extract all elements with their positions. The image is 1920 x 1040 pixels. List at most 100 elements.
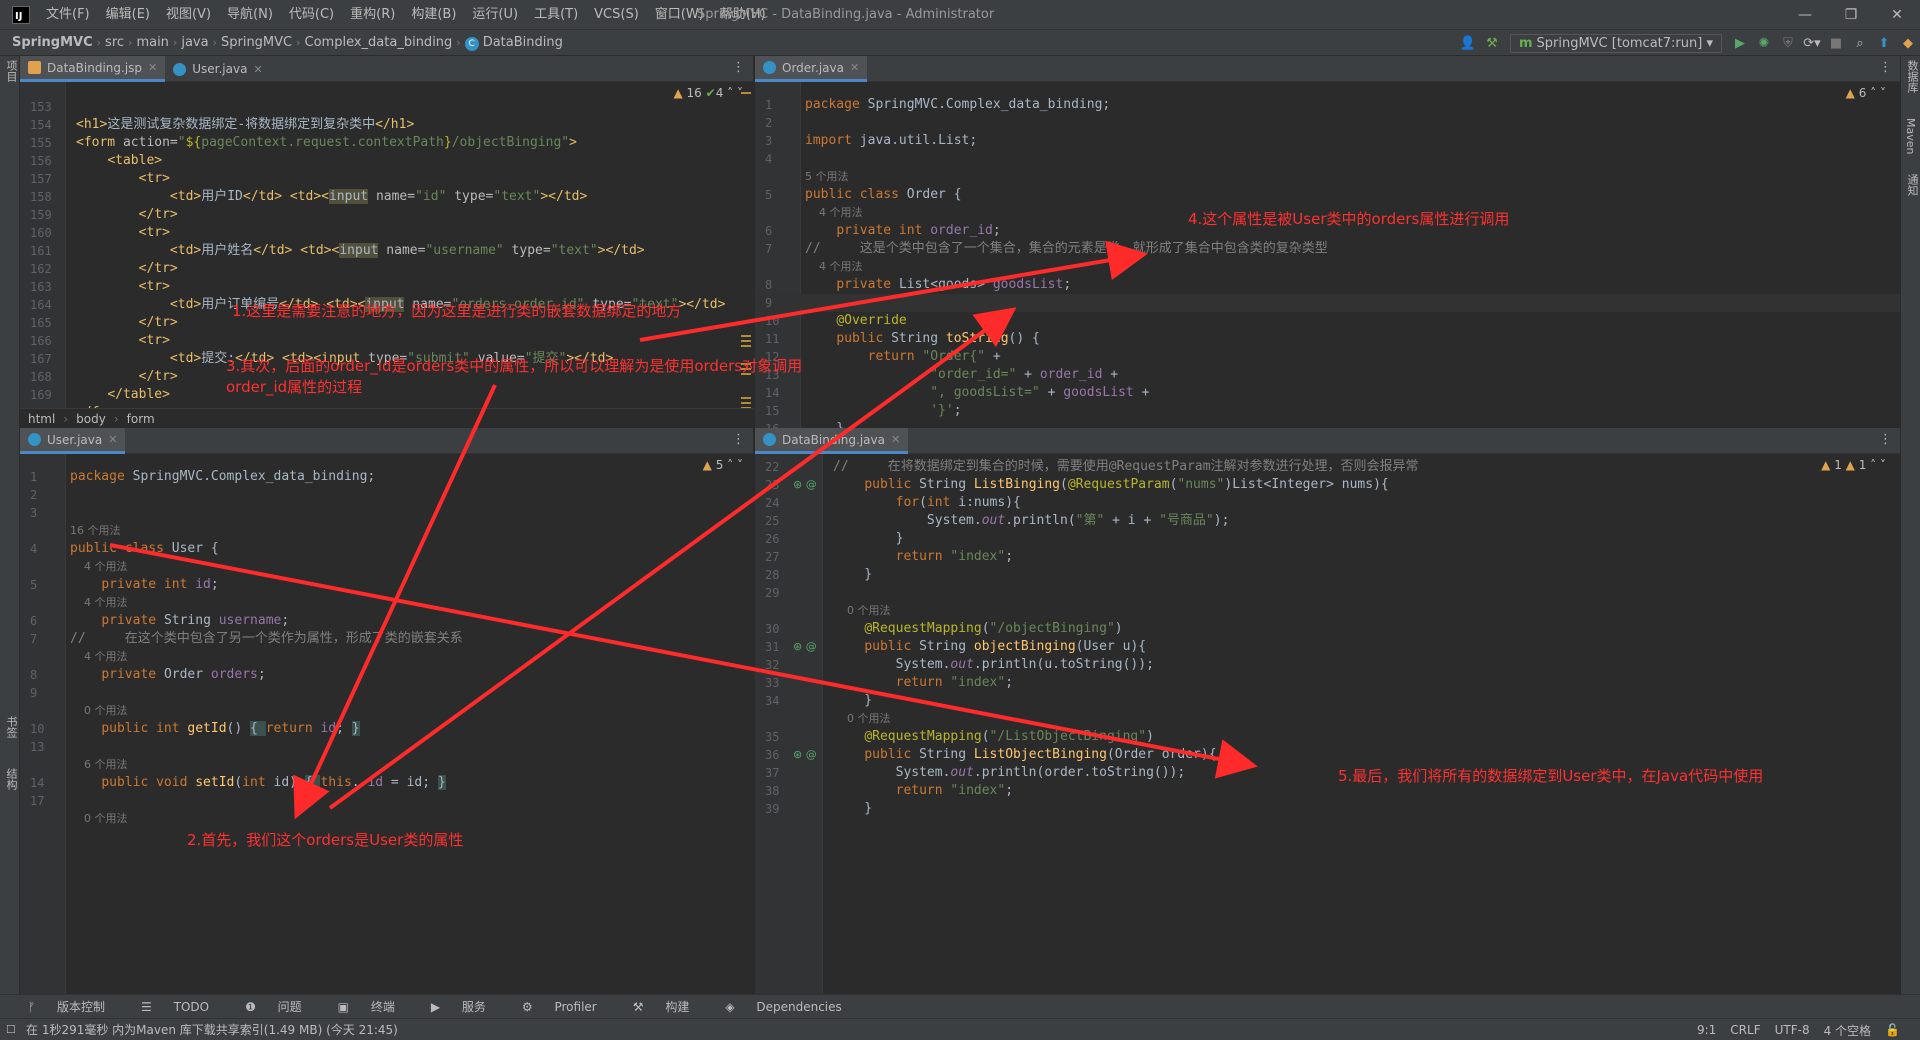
breadcrumb-src[interactable]: src [101,35,128,50]
usage-hint[interactable]: 6 个用法 [70,756,128,774]
inspection-widget[interactable]: ▲ 5 ˄ ˅ [703,458,743,472]
breadcrumb-project[interactable]: SpringMVC [0,35,97,50]
usage-hint[interactable]: 16 个用法 [70,522,121,540]
menu-item[interactable]: 代码(C) [281,0,342,30]
breadcrumb-main[interactable]: main [132,35,172,50]
breadcrumb-file[interactable]: C DataBinding [461,35,567,51]
status-message[interactable]: 在 1秒291毫秒 内为Maven 库下载共享索引(1.49 MB) (今天 2… [26,1021,398,1038]
code-line[interactable]: return "index"; [833,548,1013,566]
code-line[interactable]: System.out.println(order.toString()); [833,764,1186,782]
code-line[interactable]: } [833,800,872,818]
code-line[interactable]: ", goodsList=" + goodsList + [805,384,1149,402]
tab-databinding-java[interactable]: DataBinding.java ✕ [755,428,909,454]
code-line[interactable]: </tr> [76,368,178,386]
inspection-widget[interactable]: ▲ 1 ▲ 1 ˄ ˅ [1821,458,1886,472]
tab-options-icon[interactable]: ⋮ [732,60,745,75]
menu-item[interactable]: 文件(F) [38,0,98,30]
code-line[interactable]: public class User { [70,540,219,558]
code-line[interactable]: public void setId(int id) { this. id = i… [70,774,446,792]
vertical-scrollbar[interactable] [1888,454,1900,994]
tab-order-java[interactable]: Order.java ✕ [755,56,868,82]
database-tool-tab[interactable]: 数据库 [1904,60,1920,93]
menu-item[interactable]: 构建(B) [403,0,464,30]
code-line[interactable]: private List<goods> goodsList; [805,276,1071,294]
code-line[interactable]: <td>用户ID</td> <td><input name="id" type=… [76,188,587,206]
intellij-logo-icon[interactable]: IJ [12,5,30,24]
code-line[interactable]: <tr> [76,278,170,296]
code-line[interactable]: import java.util.List; [805,132,977,150]
close-tab-icon[interactable]: ✕ [108,433,117,446]
usage-hint[interactable]: 4 个用法 [70,594,128,612]
breadcrumb-java[interactable]: java [177,35,212,50]
code-line[interactable]: <td>用户姓名</td> <td><input name="username"… [76,242,645,260]
menu-item[interactable]: 视图(V) [158,0,219,30]
tab-user-java[interactable]: User.java ✕ [165,56,270,82]
breadcrumb-html[interactable]: html [20,412,63,426]
vertical-scrollbar[interactable] [1888,82,1900,428]
code-line[interactable]: private int id; [70,576,218,594]
code-line[interactable]: </tr> [76,206,178,224]
stop-icon[interactable]: ■ [1824,36,1848,51]
code-line[interactable]: return "index"; [833,782,1013,800]
run-icon[interactable]: ▶ [1728,36,1752,51]
structure-tool-tab[interactable]: 结构 [3,768,19,790]
line-separator[interactable]: CRLF [1730,1023,1760,1037]
tool-tab-profiler[interactable]: ⚙ Profiler [522,1000,615,1014]
build-hammer-icon[interactable]: ⚒ [1480,36,1504,51]
code-line[interactable]: package SpringMVC.Complex_data_binding; [805,96,1110,114]
menu-item[interactable]: 运行(U) [464,0,526,30]
endpoint-gutter-icon[interactable]: ⊛ @ [793,746,817,764]
endpoint-gutter-icon[interactable]: ⊛ @ [793,476,817,494]
code-line[interactable]: return "Order{" + [805,348,1001,366]
code-line[interactable]: "order_id=" + order_id + [805,366,1118,384]
code-line[interactable]: System.out.println("第" + i + "号商品"); [833,512,1230,530]
code-line[interactable]: private Order orders; [70,666,265,684]
profiler-icon[interactable]: ⟳▾ [1800,36,1824,51]
breadcrumb-package[interactable]: SpringMVC [217,35,296,50]
menu-item[interactable]: VCS(S) [586,0,647,30]
debug-icon[interactable]: ✺ [1752,36,1776,51]
indent-setting[interactable]: 4 个空格 [1824,1022,1871,1039]
menu-item[interactable]: 重构(R) [342,0,403,30]
code-line[interactable]: public String objectBinging(User u){ [833,638,1146,656]
code-line[interactable]: <tr> [76,332,170,350]
tool-tab-problems[interactable]: ❶ 问题 [245,998,320,1015]
status-toggle-icon[interactable]: ☐ [6,1023,16,1036]
maven-tool-tab[interactable]: Maven [1904,118,1917,154]
code-line[interactable]: for(int i:nums){ [833,494,1021,512]
usage-hint[interactable]: 0 个用法 [833,602,891,620]
code-line[interactable]: </tr> [76,260,178,278]
caret-position[interactable]: 9:1 [1697,1023,1716,1037]
inspection-widget[interactable]: ▲ 16 ✔4 ˄ ˅ [673,86,743,100]
usage-hint[interactable]: 4 个用法 [805,204,863,222]
menu-item[interactable]: 编辑(E) [98,0,158,30]
code-line[interactable]: System.out.println(u.toString()); [833,656,1154,674]
code-line[interactable]: </table> [76,386,170,404]
project-tool-tab[interactable]: 项目 [3,60,19,82]
code-line[interactable]: private String username; [70,612,289,630]
search-icon[interactable]: ⌕ [1848,36,1872,51]
breadcrumb-form[interactable]: form [119,412,163,426]
run-configuration-select[interactable]: m SpringMVC [tomcat7:run] ▾ [1509,33,1722,53]
usage-hint[interactable]: 5 个用法 [805,168,849,186]
tab-options-icon[interactable]: ⋮ [732,432,745,447]
close-icon[interactable]: ✕ [1874,0,1920,30]
code-line[interactable]: public String toString() { [805,330,1040,348]
tool-tab-todo[interactable]: ☰ TODO [141,1000,227,1014]
code-line[interactable]: // 在将数据绑定到集合的时候，需要使用@RequestParam注解对参数进行… [833,458,1419,476]
update-icon[interactable]: ⬆ [1872,36,1896,51]
code-line[interactable]: return "index"; [833,674,1013,692]
lock-icon[interactable]: 🔓 [1885,1023,1900,1037]
tab-options-icon[interactable]: ⋮ [1879,432,1892,447]
tool-tab-dependencies[interactable]: ◈ Dependencies [725,1000,859,1014]
code-line[interactable]: <h1>这是测试复杂数据绑定-将数据绑定到复杂类中</h1> [76,116,414,134]
tool-tab-version-control[interactable]: ᚠ 版本控制 [28,998,123,1015]
code-line[interactable]: <tr> [76,224,170,242]
code-line[interactable]: public int getId() { return id; } [70,720,360,738]
code-line[interactable]: // 在这个类中包含了另一个类作为属性，形成了类的嵌套关系 [70,630,463,648]
code-line[interactable]: @RequestMapping("/ListObjectBinging") [833,728,1154,746]
usage-hint[interactable]: 4 个用法 [70,558,128,576]
usage-hint[interactable]: 0 个用法 [70,810,128,828]
bookmarks-tool-tab[interactable]: 书签 [3,716,19,738]
usage-hint[interactable]: 0 个用法 [833,710,891,728]
